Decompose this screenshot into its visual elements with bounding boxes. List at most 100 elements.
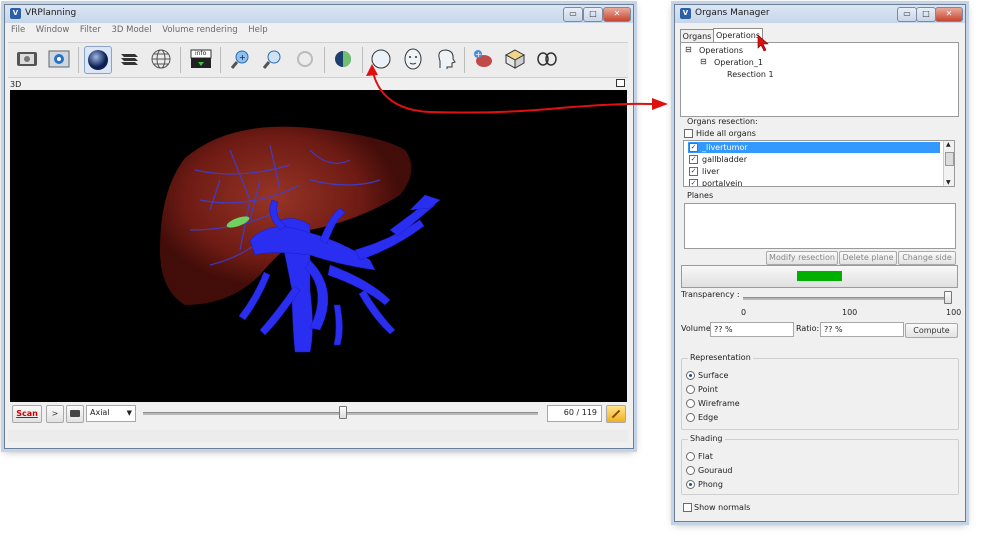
- maximize-button[interactable]: □: [916, 7, 936, 22]
- menu-bar: File Window Filter 3D Model Volume rende…: [5, 23, 633, 37]
- menu-window[interactable]: Window: [36, 23, 70, 37]
- organ-label: portalvein: [702, 179, 743, 187]
- orientation-select[interactable]: Axial ▼: [86, 405, 136, 422]
- maximize-button[interactable]: □: [583, 7, 603, 22]
- head-outline-icon[interactable]: [368, 46, 394, 72]
- transparency-slider-track[interactable]: [743, 297, 950, 300]
- planes-title: Planes: [687, 191, 714, 200]
- scanner-icon[interactable]: [14, 46, 40, 72]
- toolbar-separator: [180, 47, 181, 73]
- face-icon[interactable]: [400, 46, 426, 72]
- head-profile-icon[interactable]: [432, 46, 458, 72]
- settings-button[interactable]: [606, 405, 626, 423]
- menu-filter[interactable]: Filter: [80, 23, 101, 37]
- tree-expander[interactable]: ⊟: [685, 45, 692, 54]
- main-window-title: VRPlanning: [25, 8, 77, 18]
- bottom-controls: Scan > Axial ▼ 60 / 119: [10, 403, 627, 425]
- organ-checkbox[interactable]: ✓: [689, 143, 698, 152]
- slice-counter: 60 / 119: [547, 405, 602, 422]
- radio-flat[interactable]: [686, 452, 695, 461]
- hide-all-label: Hide all organs: [696, 129, 756, 138]
- radio-point-label: Point: [698, 385, 718, 394]
- scroll-thumb[interactable]: [945, 152, 954, 166]
- main-toolbar: info + +: [8, 42, 628, 78]
- sphere-surface-icon[interactable]: [84, 46, 112, 74]
- close-button[interactable]: ✕: [935, 7, 963, 22]
- compute-button[interactable]: Compute: [905, 323, 958, 338]
- scan-button[interactable]: Scan: [12, 405, 42, 423]
- organ-checkbox[interactable]: ✓: [689, 167, 698, 176]
- list-item[interactable]: ✓ _livertumor: [688, 142, 940, 153]
- radio-point[interactable]: [686, 385, 695, 394]
- organ-checkbox[interactable]: ✓: [689, 155, 698, 164]
- tab-operations[interactable]: Operations: [713, 28, 763, 43]
- tree-leaf[interactable]: Resection 1: [727, 70, 774, 79]
- menu-help[interactable]: Help: [248, 23, 267, 37]
- stereo-view-icon[interactable]: [534, 46, 560, 72]
- add-organ-icon[interactable]: +: [470, 46, 496, 72]
- organs-manager-icon[interactable]: [330, 46, 356, 72]
- organs-resection-title: Organs resection:: [687, 117, 758, 126]
- minimize-button[interactable]: ▭: [563, 7, 583, 22]
- list-item[interactable]: ✓ liver: [688, 166, 940, 177]
- volume-label: Volume:: [681, 324, 714, 333]
- camera-view-icon[interactable]: [46, 46, 72, 72]
- close-button[interactable]: ✕: [603, 7, 631, 22]
- tree-root[interactable]: Operations: [699, 46, 743, 55]
- mouse-cursor-icon: [757, 34, 769, 52]
- toolbar-separator: [324, 47, 325, 73]
- tree-expander[interactable]: ⊟: [700, 57, 707, 66]
- radio-wireframe[interactable]: [686, 399, 695, 408]
- radio-flat-label: Flat: [698, 452, 713, 461]
- status-bar: [8, 430, 628, 442]
- delete-plane-button[interactable]: Delete plane: [839, 251, 897, 265]
- scroll-down-icon[interactable]: ▼: [946, 179, 951, 186]
- play-button[interactable]: >: [46, 405, 64, 423]
- radio-wireframe-label: Wireframe: [698, 399, 740, 408]
- list-item[interactable]: ✓ gallbladder: [688, 154, 940, 165]
- snapshot-button[interactable]: [66, 405, 84, 423]
- organ-checkbox[interactable]: ✓: [689, 179, 698, 186]
- transparency-slider-handle[interactable]: [944, 291, 952, 304]
- box-widget-icon[interactable]: [502, 46, 528, 72]
- transparency-tick: 0: [741, 308, 747, 317]
- menu-3d-model[interactable]: 3D Model: [111, 23, 151, 37]
- organs-list[interactable]: ✓ _livertumor ✓ gallbladder ✓ liver ✓ po…: [683, 140, 955, 187]
- toolbar-separator: [362, 47, 363, 73]
- organ-label: gallbladder: [702, 155, 747, 164]
- radio-surface[interactable]: [686, 371, 695, 380]
- organs-titlebar[interactable]: V Organs Manager ▭ □ ✕: [675, 5, 965, 23]
- tab-organs[interactable]: Organs: [680, 29, 714, 43]
- reset-view-icon[interactable]: [292, 46, 318, 72]
- radio-phong[interactable]: [686, 480, 695, 489]
- hide-all-checkbox[interactable]: [684, 129, 693, 138]
- info-label: info: [195, 50, 207, 57]
- slice-slider-handle[interactable]: [339, 406, 347, 419]
- zoom-out-icon[interactable]: [260, 46, 286, 72]
- zoom-in-icon[interactable]: +: [228, 46, 254, 72]
- info-icon[interactable]: info: [188, 46, 214, 72]
- minimize-button[interactable]: ▭: [897, 7, 917, 22]
- list-scrollbar[interactable]: ▲ ▼: [943, 141, 954, 186]
- ratio-field[interactable]: ?? %: [820, 322, 904, 337]
- radio-gouraud[interactable]: [686, 466, 695, 475]
- slices-stack-icon[interactable]: [116, 46, 142, 72]
- radio-edge[interactable]: [686, 413, 695, 422]
- maximize-view-icon[interactable]: [616, 79, 625, 87]
- wire-sphere-icon[interactable]: [148, 46, 174, 72]
- menu-file[interactable]: File: [11, 23, 25, 37]
- show-normals-checkbox[interactable]: [683, 503, 692, 512]
- main-titlebar[interactable]: V VRPlanning ▭ □ ✕: [5, 5, 633, 23]
- operations-tree[interactable]: ⊟ Operations ⊟ Operation_1 Resection 1: [680, 42, 959, 117]
- planes-list[interactable]: [684, 203, 956, 249]
- modify-resection-button[interactable]: Modify resection: [766, 251, 838, 265]
- list-item[interactable]: ✓ portalvein: [688, 178, 940, 187]
- volume-field[interactable]: ?? %: [710, 322, 794, 337]
- organs-window-title: Organs Manager: [695, 8, 770, 18]
- change-side-button[interactable]: Change side: [898, 251, 956, 265]
- scroll-up-icon[interactable]: ▲: [946, 141, 951, 148]
- tree-child[interactable]: Operation_1: [714, 58, 763, 67]
- 3d-viewport[interactable]: [10, 90, 627, 402]
- show-normals-label: Show normals: [694, 503, 751, 512]
- menu-volume-rendering[interactable]: Volume rendering: [162, 23, 238, 37]
